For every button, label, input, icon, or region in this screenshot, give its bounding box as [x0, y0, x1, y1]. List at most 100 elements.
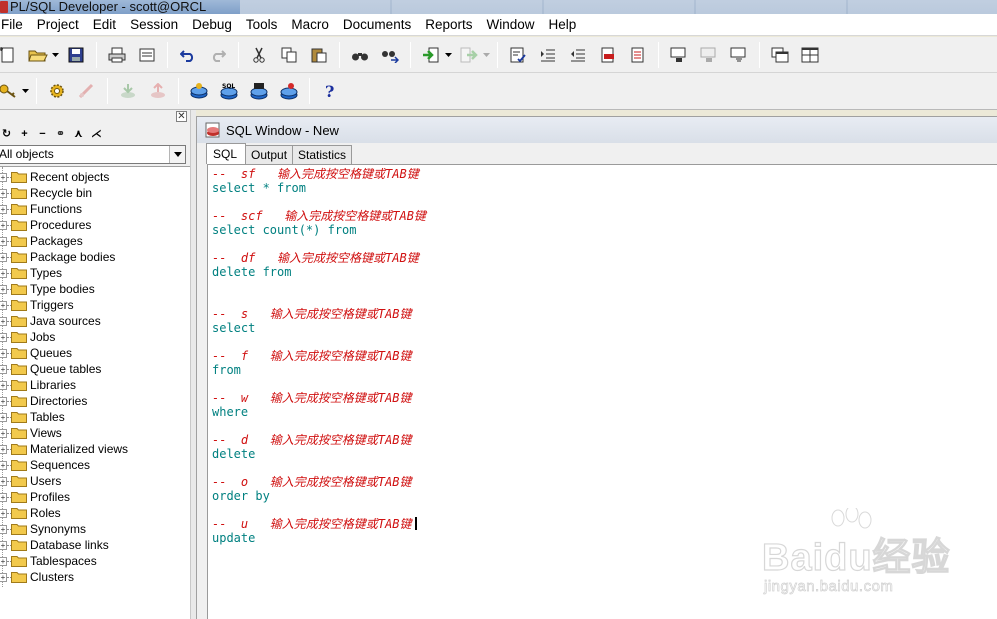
tab-statistics[interactable]: Statistics — [292, 145, 353, 164]
fetch-all-icon[interactable] — [727, 43, 751, 67]
expand-icon[interactable]: + — [0, 412, 7, 422]
menu-macro[interactable]: Macro — [284, 14, 336, 36]
menu-tools[interactable]: Tools — [239, 14, 285, 36]
tree-node[interactable]: + Java sources — [0, 313, 101, 329]
expand-icon[interactable]: + — [0, 188, 7, 198]
remove-icon[interactable]: − — [36, 128, 49, 141]
tree-node[interactable]: + Profiles — [0, 489, 70, 505]
tree-node[interactable]: + Procedures — [0, 217, 91, 233]
expand-icon[interactable]: + — [0, 300, 7, 310]
copy-icon[interactable] — [277, 43, 301, 67]
filter-edit-icon[interactable]: ⋌ — [90, 128, 103, 141]
tree-node[interactable]: + Database links — [0, 537, 109, 553]
expand-icon[interactable]: + — [0, 556, 7, 566]
tab-sql[interactable]: SQL — [206, 143, 247, 164]
expand-icon[interactable]: + — [0, 572, 7, 582]
expand-icon[interactable]: + — [0, 284, 7, 294]
indent-icon[interactable] — [536, 43, 560, 67]
menu-help[interactable]: Help — [542, 14, 584, 36]
comment-icon[interactable] — [626, 43, 650, 67]
expand-icon[interactable]: + — [0, 332, 7, 342]
tree-node[interactable]: + Triggers — [0, 297, 74, 313]
menu-session[interactable]: Session — [123, 14, 185, 36]
open-folder-icon[interactable] — [26, 43, 50, 67]
expand-icon[interactable]: + — [0, 524, 7, 534]
expand-icon[interactable]: + — [0, 316, 7, 326]
expand-icon[interactable]: + — [0, 252, 7, 262]
windows-cascade-icon[interactable] — [768, 43, 792, 67]
command-window-icon[interactable] — [247, 79, 271, 103]
tree-node[interactable]: + Sequences — [0, 457, 90, 473]
tree-node[interactable]: + Packages — [0, 233, 83, 249]
windows-tile-icon[interactable] — [798, 43, 822, 67]
find-next-icon[interactable] — [378, 43, 402, 67]
chevron-down-icon[interactable] — [444, 43, 452, 67]
menu-file[interactable]: File — [0, 14, 30, 36]
filter-icon[interactable]: ⋏ — [72, 128, 85, 141]
tree-node[interactable]: + Type bodies — [0, 281, 95, 297]
unindent-icon[interactable] — [566, 43, 590, 67]
commit-icon[interactable] — [116, 79, 140, 103]
chevron-down-icon[interactable] — [51, 43, 59, 67]
paste-icon[interactable] — [307, 43, 331, 67]
tree-node[interactable]: + Jobs — [0, 329, 55, 345]
refresh-icon[interactable]: ↻ — [0, 128, 13, 141]
menu-window[interactable]: Window — [479, 14, 541, 36]
find-icon[interactable]: ⚭ — [54, 128, 67, 141]
menu-project[interactable]: Project — [30, 14, 86, 36]
expand-icon[interactable]: + — [0, 476, 7, 486]
break-icon[interactable] — [697, 43, 721, 67]
print-preview-icon[interactable] — [135, 43, 159, 67]
menu-documents[interactable]: Documents — [336, 14, 418, 36]
object-filter-select[interactable]: All objects — [0, 145, 186, 164]
expand-icon[interactable]: + — [0, 220, 7, 230]
tree-node[interactable]: + Functions — [0, 201, 82, 217]
expand-icon[interactable]: + — [0, 428, 7, 438]
print-icon[interactable] — [105, 43, 129, 67]
tree-node[interactable]: + Materialized views — [0, 441, 128, 457]
tree-node[interactable]: + Recent objects — [0, 169, 109, 185]
sql-icon[interactable]: SQL — [217, 79, 241, 103]
tree-node[interactable]: + Tables — [0, 409, 65, 425]
check-syntax-icon[interactable] — [506, 43, 530, 67]
test-window-icon[interactable] — [277, 79, 301, 103]
help-icon[interactable]: ? — [318, 79, 342, 103]
menu-debug[interactable]: Debug — [185, 14, 239, 36]
expand-icon[interactable]: + — [0, 236, 7, 246]
expand-icon[interactable]: + — [0, 540, 7, 550]
tree-node[interactable]: + Queue tables — [0, 361, 101, 377]
new-icon[interactable] — [0, 43, 20, 67]
find-icon[interactable] — [348, 43, 372, 67]
expand-icon[interactable]: + — [0, 492, 7, 502]
tree-node[interactable]: + Clusters — [0, 569, 74, 585]
export-icon[interactable] — [457, 43, 481, 67]
undo-icon[interactable] — [176, 43, 200, 67]
expand-icon[interactable]: + — [0, 460, 7, 470]
uppercase-icon[interactable] — [596, 43, 620, 67]
expand-icon[interactable]: + — [0, 172, 7, 182]
tree-node[interactable]: + Recycle bin — [0, 185, 92, 201]
expand-icon[interactable]: + — [0, 348, 7, 358]
tree-node[interactable]: + Directories — [0, 393, 87, 409]
expand-icon[interactable]: + — [0, 268, 7, 278]
add-icon[interactable]: + — [18, 128, 31, 141]
new-sql-window-icon[interactable] — [187, 79, 211, 103]
expand-icon[interactable]: + — [0, 508, 7, 518]
menu-edit[interactable]: Edit — [86, 14, 123, 36]
tree-node[interactable]: + Libraries — [0, 377, 76, 393]
expand-icon[interactable]: + — [0, 396, 7, 406]
tree-node[interactable]: + Synonyms — [0, 521, 86, 537]
disconnect-icon[interactable] — [75, 79, 99, 103]
tree-node[interactable]: + Views — [0, 425, 62, 441]
tree-node[interactable]: + Types — [0, 265, 62, 281]
redo-icon[interactable] — [206, 43, 230, 67]
expand-icon[interactable]: + — [0, 204, 7, 214]
menu-reports[interactable]: Reports — [418, 14, 479, 36]
expand-icon[interactable]: + — [0, 444, 7, 454]
execute-icon[interactable] — [667, 43, 691, 67]
tree-node[interactable]: + Roles — [0, 505, 61, 521]
close-icon[interactable]: ✕ — [176, 111, 187, 122]
chevron-down-icon[interactable] — [21, 79, 29, 103]
chevron-down-icon[interactable] — [169, 146, 185, 163]
chevron-down-icon[interactable] — [482, 43, 490, 67]
